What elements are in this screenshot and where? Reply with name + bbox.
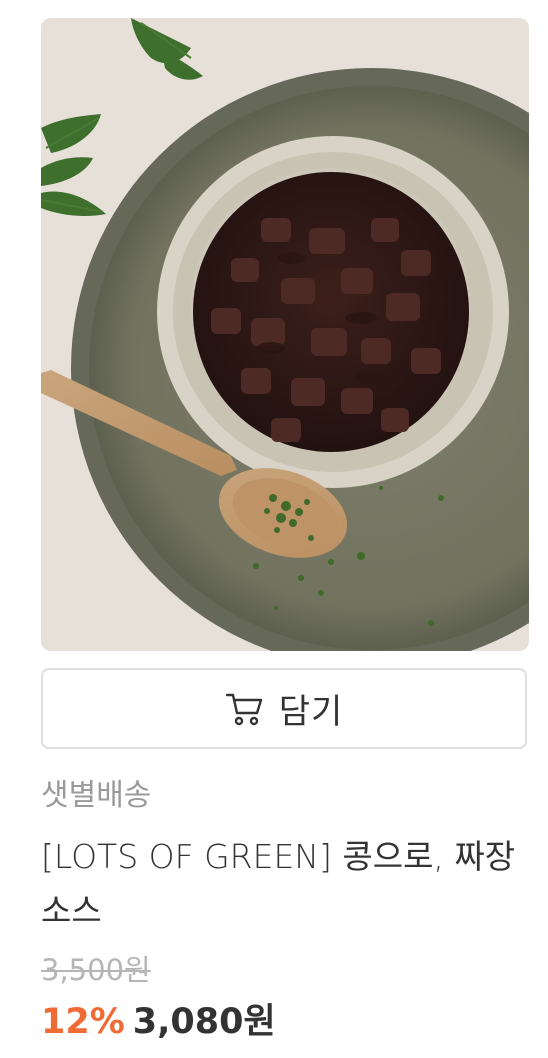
product-card[interactable]: 담기 샛별배송 [LOTS OF GREEN] 콩으로, 짜장소스 3,500원… xyxy=(0,0,548,1058)
product-image[interactable] xyxy=(41,18,529,651)
product-photo xyxy=(41,18,529,651)
delivery-type-label: 샛별배송 xyxy=(41,778,152,813)
shopping-cart-icon xyxy=(225,691,265,727)
add-to-cart-button[interactable]: 담기 xyxy=(41,668,527,749)
sale-price: 3,080원 xyxy=(132,1002,276,1042)
original-price: 3,500원 xyxy=(41,953,151,987)
product-name[interactable]: [LOTS OF GREEN] 콩으로, 짜장소스 xyxy=(41,830,521,938)
add-to-cart-label: 담기 xyxy=(278,692,344,732)
discount-rate: 12% xyxy=(41,1002,125,1042)
price-row: 12% 3,080원 xyxy=(41,996,276,1048)
